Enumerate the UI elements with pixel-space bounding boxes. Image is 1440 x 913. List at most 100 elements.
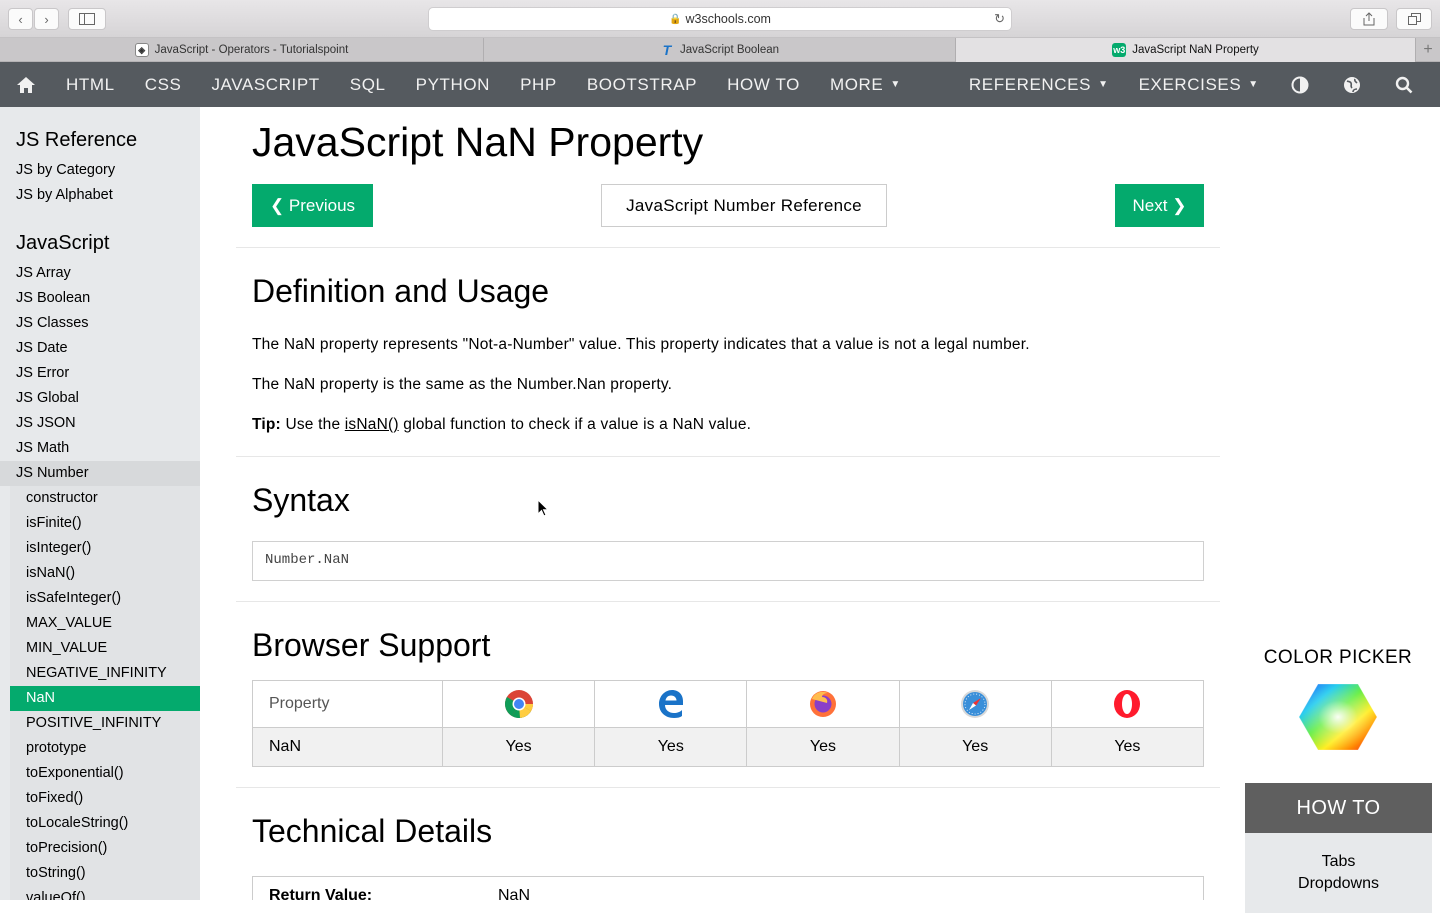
left-sidebar: JS Reference JS by Category JS by Alphab… (0, 107, 200, 900)
sidebar-subitem-max-value[interactable]: MAX_VALUE (10, 611, 200, 636)
return-value: NaN (498, 887, 531, 900)
sidebar-subitem-valueof[interactable]: valueOf() (10, 886, 200, 900)
howto-list: Tabs Dropdowns (1245, 833, 1432, 913)
nav-more-label: MORE (829, 74, 884, 94)
sidebar-item-js-date[interactable]: JS Date (0, 336, 200, 361)
tab-boolean[interactable]: T JavaScript Boolean (484, 38, 956, 62)
contrast-icon (1291, 76, 1309, 93)
definition-heading: Definition and Usage (252, 273, 550, 309)
nav-exercises[interactable]: EXERCISES ▼ (1124, 62, 1274, 107)
chrome-support-cell: Yes (441, 727, 596, 767)
nav-javascript[interactable]: JAVASCRIPT (196, 62, 334, 107)
new-tab-button[interactable]: + (1416, 38, 1440, 62)
divider (236, 247, 1220, 248)
sidebar-subitem-positive-infinity[interactable]: POSITIVE_INFINITY (10, 711, 200, 736)
howto-link-tabs[interactable]: Tabs (1245, 851, 1432, 873)
color-picker-title[interactable]: COLOR PICKER (1236, 647, 1440, 669)
sidebar-item-js-by-category[interactable]: JS by Category (0, 158, 200, 183)
sidebar-subitem-prototype[interactable]: prototype (10, 736, 200, 761)
site-navbar: HTML CSS JAVASCRIPT SQL PYTHON PHP BOOTS… (0, 62, 1440, 107)
sidebar-item-js-error[interactable]: JS Error (0, 361, 200, 386)
sidebar-item-js-boolean[interactable]: JS Boolean (0, 286, 200, 311)
nav-bootstrap[interactable]: BOOTSTRAP (572, 62, 712, 107)
home-button[interactable] (0, 62, 51, 107)
page-title: JavaScript NaN Property (252, 119, 704, 165)
tab-tutorialspoint[interactable]: ◈ JavaScript - Operators - Tutorialspoin… (0, 38, 484, 62)
share-icon (1363, 12, 1375, 26)
sidebar-item-js-number[interactable]: JS Number (0, 461, 200, 486)
right-rail: COLOR PICKER HOW TO Tabs Dropdowns (1236, 107, 1440, 913)
opera-icon (1114, 690, 1141, 718)
sidebar-item-js-by-alphabet[interactable]: JS by Alphabet (0, 183, 200, 208)
sidebar-item-js-json[interactable]: JS JSON (0, 411, 200, 436)
reload-icon[interactable]: ↻ (994, 11, 1005, 27)
sidebar-subitem-isnan[interactable]: isNaN() (10, 561, 200, 586)
back-button[interactable]: ‹ (8, 8, 33, 30)
translate-button[interactable] (1326, 62, 1378, 107)
sidebar-subitem-tostring[interactable]: toString() (10, 861, 200, 886)
sidebar-subitem-constructor[interactable]: constructor (10, 486, 200, 511)
howto-header: HOW TO (1245, 783, 1432, 833)
sidebar-subitem-min-value[interactable]: MIN_VALUE (10, 636, 200, 661)
number-reference-button[interactable]: JavaScript Number Reference (601, 184, 887, 227)
home-icon (16, 76, 35, 93)
nav-html[interactable]: HTML (51, 62, 130, 107)
nav-php[interactable]: PHP (505, 62, 572, 107)
url-text: w3schools.com (685, 12, 771, 26)
safari-header (898, 680, 1052, 728)
tab-nan-property[interactable]: w3 JavaScript NaN Property (956, 38, 1416, 62)
address-bar[interactable]: 🔒 w3schools.com ↻ (428, 7, 1012, 31)
sidebar-subitem-tofixed[interactable]: toFixed() (10, 786, 200, 811)
next-button[interactable]: Next ❯ (1115, 184, 1204, 227)
edge-icon (658, 690, 683, 718)
safari-icon (961, 690, 990, 718)
opera-header (1050, 680, 1205, 728)
t-favicon-icon: T (662, 42, 672, 58)
chrome-icon (504, 690, 533, 718)
tabs-overview-button[interactable] (1396, 8, 1432, 30)
sidebar-subitem-toexponential[interactable]: toExponential() (10, 761, 200, 786)
sidebar-subitem-isfinite[interactable]: isFinite() (10, 511, 200, 536)
howto-link-dropdowns[interactable]: Dropdowns (1245, 873, 1432, 895)
share-button[interactable] (1350, 8, 1388, 30)
nav-exercises-label: EXERCISES (1138, 74, 1242, 94)
nav-python[interactable]: PYTHON (401, 62, 505, 107)
search-icon (1395, 76, 1413, 93)
nav-more[interactable]: MORE ▼ (815, 62, 916, 107)
theme-toggle-button[interactable] (1274, 62, 1326, 107)
sidebar-item-js-global[interactable]: JS Global (0, 386, 200, 411)
firefox-header (746, 680, 900, 728)
forward-button[interactable]: › (34, 8, 59, 30)
color-picker-icon[interactable] (1298, 682, 1378, 752)
mouse-cursor-icon (537, 499, 549, 517)
edge-support-cell: Yes (594, 727, 748, 767)
sidebar-subitem-isinteger[interactable]: isInteger() (10, 536, 200, 561)
chrome-header (441, 680, 596, 728)
lock-icon: 🔒 (669, 13, 682, 25)
tab-title: JavaScript - Operators - Tutorialspoint (154, 44, 349, 56)
syntax-heading: Syntax (252, 482, 350, 518)
sidebar-number-submenu: constructor isFinite() isInteger() isNaN… (10, 486, 200, 900)
tip-paragraph: Tip: Use the isNaN() global function to … (252, 416, 751, 434)
previous-button[interactable]: ❮ Previous (252, 184, 373, 227)
sidebar-item-js-classes[interactable]: JS Classes (0, 311, 200, 336)
nav-how-to[interactable]: HOW TO (712, 62, 815, 107)
sidebar-subitem-negative-infinity[interactable]: NEGATIVE_INFINITY (10, 661, 200, 686)
browser-toolbar: ‹ › 🔒 w3schools.com ↻ (0, 0, 1440, 38)
nav-sql[interactable]: SQL (335, 62, 401, 107)
isnan-link[interactable]: isNaN() (345, 416, 399, 433)
nav-css[interactable]: CSS (130, 62, 197, 107)
sidebar-subitem-tolocalestring[interactable]: toLocaleString() (10, 811, 200, 836)
sidebar-item-js-array[interactable]: JS Array (0, 261, 200, 286)
nav-references-label: REFERENCES (968, 74, 1092, 94)
sidebar-subitem-toprecision[interactable]: toPrecision() (10, 836, 200, 861)
sidebar-heading-js-reference: JS Reference (16, 129, 138, 151)
sidebar-toggle-button[interactable] (68, 8, 106, 30)
firefox-icon (809, 691, 836, 717)
nav-references[interactable]: REFERENCES ▼ (954, 62, 1124, 107)
sidebar-item-js-math[interactable]: JS Math (0, 436, 200, 461)
syntax-code-block: Number.NaN (252, 541, 1204, 581)
search-button[interactable] (1378, 62, 1430, 107)
sidebar-subitem-issafeinteger[interactable]: isSafeInteger() (10, 586, 200, 611)
sidebar-subitem-nan[interactable]: NaN (10, 686, 200, 711)
